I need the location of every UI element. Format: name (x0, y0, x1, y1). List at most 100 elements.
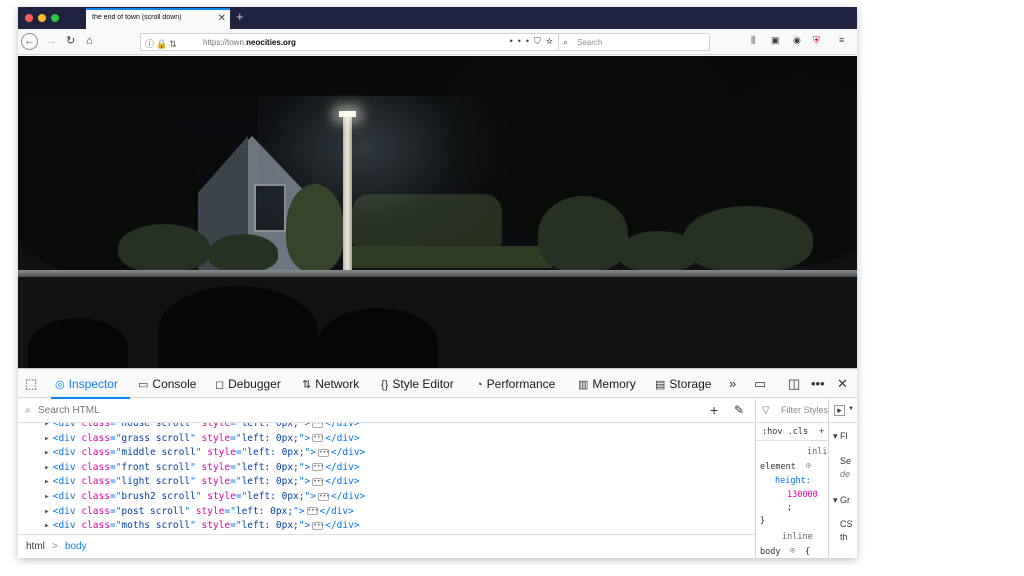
more-tools-icon[interactable]: » (729, 376, 736, 391)
rule-value[interactable]: 130000 (787, 490, 818, 500)
collapsed-content-icon[interactable]: ••• (312, 434, 324, 443)
page-actions-icon[interactable]: •••⛉☆ (510, 36, 558, 47)
expand-toggle-icon[interactable]: ▸ (44, 433, 50, 444)
zoom-window-button[interactable] (51, 14, 59, 22)
rule-toggle-icon[interactable]: ⊙ (790, 546, 795, 556)
tab-network[interactable]: ⇅ Network (302, 377, 359, 391)
attr-name: class (81, 423, 110, 429)
extension-icon[interactable]: ◉ (793, 35, 801, 46)
expand-toggle-icon[interactable]: ▸ (44, 491, 50, 502)
attr-value[interactable]: left: 0px; (242, 476, 299, 487)
search-html-input[interactable] (38, 405, 338, 416)
expand-toggle-icon[interactable]: ▸ (44, 423, 50, 429)
collapsed-content-icon[interactable]: ••• (317, 492, 330, 501)
grid-section[interactable]: ▾ Gr (833, 495, 850, 506)
minimize-window-button[interactable] (38, 14, 46, 22)
expand-toggle-icon[interactable]: ▸ (44, 462, 50, 473)
attr-value[interactable]: left: 0px; (236, 506, 293, 517)
bush (118, 224, 210, 272)
collapsed-content-icon[interactable]: ••• (312, 423, 324, 428)
rule-toggle-icon[interactable]: ⊙ (806, 461, 811, 471)
expand-toggle-icon[interactable]: ▸ (44, 520, 50, 531)
eyedropper-icon[interactable]: ✎ (734, 403, 744, 417)
tab-console[interactable]: ▭ Console (138, 377, 196, 391)
markup-node[interactable]: ▸ <div class="middle scroll" style="left:… (44, 446, 365, 460)
attr-value[interactable]: house scroll (121, 423, 190, 429)
tab-active[interactable]: the end of town (scroll down) ✕ (86, 8, 230, 29)
collapsed-content-icon[interactable]: ••• (317, 448, 330, 457)
reload-button[interactable]: ↻ (66, 35, 75, 47)
rule-source[interactable]: inline (807, 447, 828, 457)
tab-close-icon[interactable]: ✕ (218, 13, 226, 24)
markup-node[interactable]: ▸ <div class="house scroll" style="left: … (44, 423, 360, 431)
close-window-button[interactable] (25, 14, 33, 22)
rule-property[interactable]: height: (775, 476, 811, 486)
back-button[interactable]: ← (21, 33, 38, 50)
attr-value[interactable]: left: 0px; (247, 491, 304, 502)
sidebar-icon[interactable]: ▣ (771, 35, 780, 46)
attr-value[interactable]: post scroll (121, 506, 184, 517)
attr-value[interactable]: left: 0px; (242, 433, 299, 444)
markup-view: ⌕ + ✎ ▸<div class="house scroll" style="… (18, 399, 756, 558)
site-info-icon[interactable]: ⓘ🔒⇅ (145, 37, 179, 50)
markup-node[interactable]: ▸ <div class="moths scroll" style="left: … (44, 519, 360, 533)
close-devtools-icon[interactable]: ✕ (837, 376, 848, 392)
markup-node[interactable]: ▸ <div class="front scroll" style="left: … (44, 461, 360, 475)
collapsed-content-icon[interactable]: ••• (312, 477, 324, 486)
markup-node[interactable]: ▸ <div class="brush2 scroll" style="left:… (44, 490, 365, 504)
attr-value[interactable]: light scroll (121, 476, 190, 487)
forward-button[interactable]: → (46, 35, 57, 47)
url-text[interactable]: https://town.neocities.org (203, 38, 296, 47)
responsive-design-icon[interactable]: ▭ (754, 376, 766, 392)
collapsed-content-icon[interactable]: ••• (306, 507, 318, 516)
breadcrumb-html[interactable]: html (26, 541, 45, 552)
element-picker-icon[interactable]: ⬚ (25, 376, 37, 392)
url-bar[interactable]: ⓘ🔒⇅ https://town.neocities.org •••⛉☆ (140, 33, 564, 51)
shield-icon[interactable]: ⛨ (813, 35, 820, 46)
library-icon[interactable]: ⫼ (751, 35, 755, 46)
expand-toggle-icon[interactable]: ▸ (44, 476, 50, 487)
attr-value[interactable]: left: 0px; (242, 462, 299, 473)
search-bar[interactable]: ⌕ Search (558, 33, 710, 51)
menu-icon[interactable]: ≡ (839, 35, 844, 45)
attr-value[interactable]: grass scroll (121, 433, 190, 444)
expand-toggle-icon[interactable]: ▸ (44, 506, 50, 517)
new-tab-button[interactable]: + (236, 9, 244, 24)
collapsed-content-icon[interactable]: ••• (312, 463, 324, 472)
memory-icon: ▥ (578, 379, 589, 391)
add-rule-icon[interactable]: + (819, 426, 824, 436)
hov-cls-toggle[interactable]: :hov .cls (762, 427, 808, 437)
attr-value[interactable]: front scroll (121, 462, 190, 473)
dock-icon[interactable]: ◫ (788, 376, 800, 392)
tag-close: </div> (325, 476, 360, 488)
home-button[interactable]: ⌂ (86, 35, 93, 47)
tab-style-editor[interactable]: {} Style Editor (381, 377, 454, 391)
attr-value[interactable]: middle scroll (121, 447, 195, 458)
filter-styles-input[interactable]: Filter Styles (781, 405, 828, 415)
markup-node[interactable]: ▸ <div class="post scroll" style="left: 0… (44, 505, 354, 519)
tab-memory[interactable]: ▥ Memory (578, 377, 636, 391)
attr-value[interactable]: left: 0px; (242, 423, 299, 429)
chevron-down-icon[interactable]: ▼ (848, 406, 854, 412)
devtools-menu-icon[interactable]: ••• (811, 376, 825, 391)
markup-node[interactable]: ▸ <div class="grass scroll" style="left: … (44, 432, 360, 446)
sidebar-toggle-icon[interactable]: ▸ (834, 405, 845, 416)
attr-value[interactable]: left: 0px; (242, 520, 299, 531)
markup-node[interactable]: ▸ <div class="light scroll" style="left: … (44, 475, 360, 489)
attr-value[interactable]: left: 0px; (247, 447, 304, 458)
tab-debugger[interactable]: ◻ Debugger (215, 377, 281, 391)
filter-styles-bar[interactable]: ▽ Filter Styles (757, 399, 828, 423)
breadcrumb-body[interactable]: body (65, 541, 87, 552)
expand-toggle-icon[interactable]: ▸ (44, 447, 50, 458)
add-node-icon[interactable]: + (710, 402, 718, 418)
tag-open: <div (52, 432, 76, 444)
attr-value[interactable]: brush2 scroll (121, 491, 195, 502)
tab-inspector[interactable]: ◎ Inspector (55, 377, 118, 391)
rule-source[interactable]: inline (782, 532, 813, 542)
flexbox-section[interactable]: ▾ Fl (833, 431, 848, 442)
attr-value[interactable]: moths scroll (121, 520, 190, 531)
collapsed-content-icon[interactable]: ••• (312, 521, 324, 530)
tab-storage[interactable]: ▤ Storage (655, 377, 711, 391)
tab-performance[interactable]: ◔ Performance (476, 377, 555, 391)
style-editor-icon: {} (381, 379, 389, 391)
